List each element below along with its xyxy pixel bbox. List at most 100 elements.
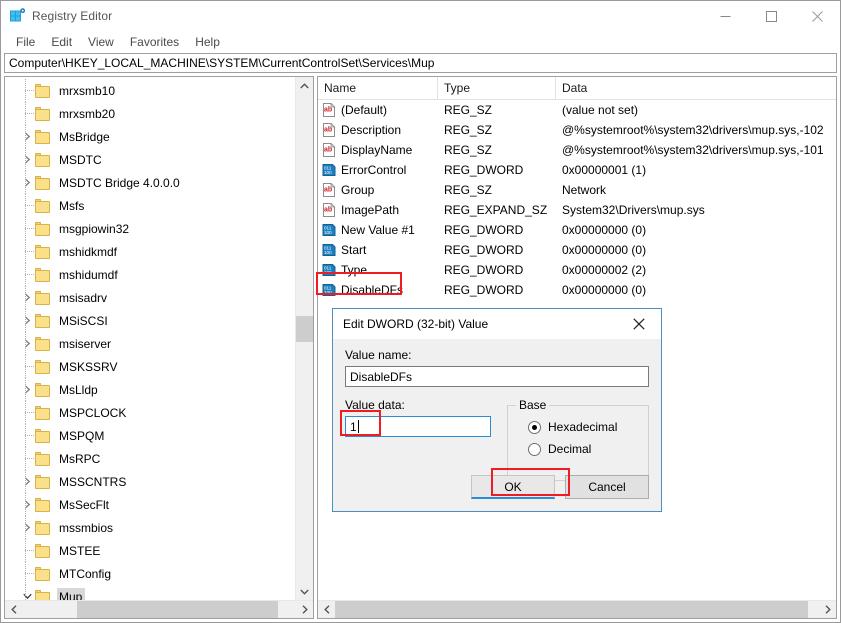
maximize-icon[interactable]	[748, 1, 794, 31]
value-type-cell: REG_DWORD	[444, 243, 524, 257]
tree-item-mstee[interactable]: MSTEE	[5, 539, 295, 562]
minimize-icon[interactable]	[702, 1, 748, 31]
table-row[interactable]: ab Description REG_SZ @%systemroot%\system3…	[318, 120, 836, 140]
tree-item-msdtc[interactable]: MSDTC	[5, 148, 295, 171]
value-data-cell: System32\Drivers\mup.sys	[562, 203, 705, 217]
column-header-type[interactable]: Type	[438, 77, 556, 99]
table-row[interactable]: 011 100 ErrorControl REG_DWORD 0x00000001 (1…	[318, 160, 836, 180]
svg-text:100: 100	[324, 170, 332, 175]
radio-hexadecimal[interactable]: Hexadecimal	[528, 416, 640, 438]
table-row[interactable]: 011 100 Start REG_DWORD 0x00000000 (0)	[318, 240, 836, 260]
tree-item-mssecflt[interactable]: MsSecFlt	[5, 493, 295, 516]
chevron-right-icon[interactable]	[19, 175, 35, 191]
table-row[interactable]: ab DisplayName REG_SZ @%systemroot%\system3…	[318, 140, 836, 160]
chevron-right-icon[interactable]	[19, 336, 35, 352]
column-header-data[interactable]: Data	[556, 77, 836, 99]
string-value-icon: ab	[322, 103, 336, 117]
tree-item-msdtc-bridge-4-0-0-0[interactable]: MSDTC Bridge 4.0.0.0	[5, 171, 295, 194]
table-row[interactable]: 011 100 DisableDFs REG_DWORD 0x00000000 (0)	[318, 280, 836, 300]
tree-item-msiserver[interactable]: msiserver	[5, 332, 295, 355]
tree-vscroll-track[interactable]	[296, 94, 313, 583]
scroll-down-icon[interactable]	[296, 583, 313, 600]
tree-item-msbridge[interactable]: MsBridge	[5, 125, 295, 148]
value-data-input[interactable]: 1	[345, 416, 491, 437]
chevron-right-icon[interactable]	[19, 313, 35, 329]
tree-item-mssmbios[interactable]: mssmbios	[5, 516, 295, 539]
tree-item-mslldp[interactable]: MsLldp	[5, 378, 295, 401]
cancel-button[interactable]: Cancel	[565, 475, 649, 499]
table-row[interactable]: ab ImagePath REG_EXPAND_SZ System32\Drivers…	[318, 200, 836, 220]
tree-item-mtconfig[interactable]: MTConfig	[5, 562, 295, 585]
scroll-up-icon[interactable]	[296, 77, 313, 94]
tree-item-msscntrs[interactable]: MSSCNTRS	[5, 470, 295, 493]
tree-item-msisadrv[interactable]: msisadrv	[5, 286, 295, 309]
tree-item-label: mshidumdf	[59, 267, 118, 282]
value-name-cell: ab (Default)	[318, 103, 438, 117]
value-name-cell: ab Group	[318, 183, 438, 197]
tree-item-msiscsi[interactable]: MSiSCSI	[5, 309, 295, 332]
tree-item-mrxsmb10[interactable]: mrxsmb10	[5, 79, 295, 102]
close-icon[interactable]	[794, 1, 840, 31]
scroll-right-icon[interactable]	[819, 601, 836, 618]
menu-item-favorites[interactable]: Favorites	[122, 32, 187, 52]
values-hscroll-thumb[interactable]	[335, 601, 808, 618]
chevron-right-icon[interactable]	[19, 382, 35, 398]
tree-item-mup[interactable]: Mup	[5, 585, 295, 600]
registry-values-list[interactable]: ab (Default) REG_SZ (value not set) ab Descri…	[318, 100, 836, 300]
menu-item-edit[interactable]: Edit	[43, 32, 80, 52]
tree-horizontal-scrollbar[interactable]	[5, 600, 313, 618]
column-header-name[interactable]: Name	[318, 77, 438, 99]
table-row[interactable]: 011 100 New Value #1 REG_DWORD 0x00000000 (0…	[318, 220, 836, 240]
chevron-right-icon[interactable]	[19, 474, 35, 490]
value-name-cell: 011 100 ErrorControl	[318, 163, 438, 177]
tree-guide-line	[25, 516, 26, 539]
tree-item-msrpc[interactable]: MsRPC	[5, 447, 295, 470]
scroll-left-icon[interactable]	[318, 601, 335, 618]
tree-item-msfs[interactable]: Msfs	[5, 194, 295, 217]
tree-item-mskssrv[interactable]: MSKSSRV	[5, 355, 295, 378]
folder-icon	[35, 405, 51, 420]
tree-item-mspclock[interactable]: MSPCLOCK	[5, 401, 295, 424]
tree-hscroll-thumb[interactable]	[77, 601, 278, 618]
menu-item-view[interactable]: View	[80, 32, 122, 52]
tree-item-mshidkmdf[interactable]: mshidkmdf	[5, 240, 295, 263]
address-bar[interactable]: Computer\HKEY_LOCAL_MACHINE\SYSTEM\Curre…	[4, 53, 837, 73]
folder-icon	[35, 520, 51, 535]
table-row[interactable]: ab Group REG_SZ Network	[318, 180, 836, 200]
chevron-right-icon[interactable]	[19, 497, 35, 513]
svg-text:ab: ab	[324, 187, 332, 194]
tree-item-mshidumdf[interactable]: mshidumdf	[5, 263, 295, 286]
scroll-left-icon[interactable]	[5, 601, 22, 618]
menu-item-help[interactable]: Help	[187, 32, 228, 52]
folder-icon	[35, 313, 51, 328]
tree-guide-stub	[25, 274, 34, 275]
value-name-input[interactable]: DisableDFs	[345, 366, 649, 387]
radio-decimal[interactable]: Decimal	[528, 438, 640, 460]
values-horizontal-scrollbar[interactable]	[318, 600, 836, 618]
table-row[interactable]: ab (Default) REG_SZ (value not set)	[318, 100, 836, 120]
registry-tree-list[interactable]: mrxsmb10 mrxsmb20 MsBridge MSDTC MSDTC Bridg…	[5, 77, 295, 600]
tree-body: mrxsmb10 mrxsmb20 MsBridge MSDTC MSDTC Bridg…	[5, 77, 313, 600]
tree-vertical-scrollbar[interactable]	[295, 77, 313, 600]
value-name-cell: 011 100 DisableDFs	[318, 283, 438, 297]
radio-button-hexadecimal-icon[interactable]	[528, 420, 541, 434]
folder-icon	[35, 152, 51, 167]
tree-item-mspqm[interactable]: MSPQM	[5, 424, 295, 447]
chevron-right-icon[interactable]	[19, 290, 35, 306]
folder-icon	[35, 497, 51, 512]
radio-button-decimal-icon[interactable]	[528, 442, 541, 456]
tree-hscroll-track[interactable]	[22, 601, 296, 618]
scroll-right-icon[interactable]	[296, 601, 313, 618]
ok-button[interactable]: OK	[471, 475, 555, 499]
tree-item-msgpiowin32[interactable]: msgpiowin32	[5, 217, 295, 240]
chevron-down-icon[interactable]	[19, 589, 35, 601]
close-icon[interactable]	[617, 309, 661, 338]
chevron-right-icon[interactable]	[19, 520, 35, 536]
values-hscroll-track[interactable]	[335, 601, 819, 618]
chevron-right-icon[interactable]	[19, 152, 35, 168]
tree-vscroll-thumb[interactable]	[296, 316, 313, 342]
tree-item-mrxsmb20[interactable]: mrxsmb20	[5, 102, 295, 125]
chevron-right-icon[interactable]	[19, 129, 35, 145]
menu-item-file[interactable]: File	[8, 32, 43, 52]
table-row[interactable]: 011 100 Type REG_DWORD 0x00000002 (2)	[318, 260, 836, 280]
